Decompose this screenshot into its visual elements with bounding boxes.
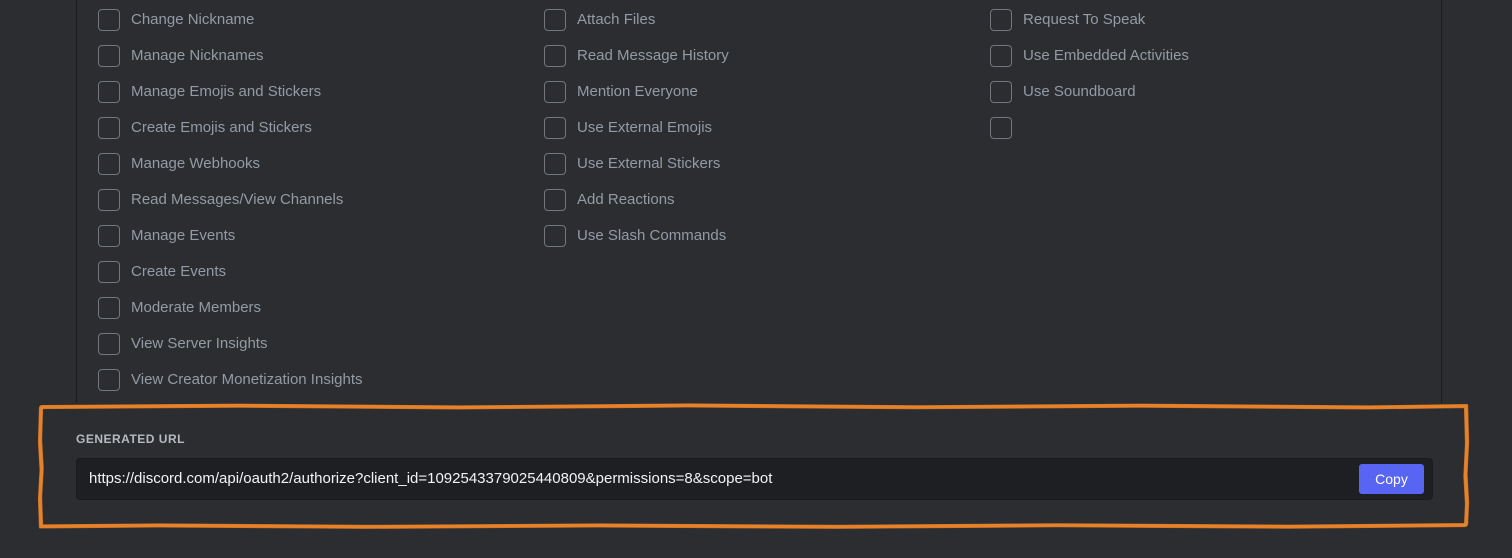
permission-row[interactable]: Mention Everyone	[523, 74, 969, 110]
permission-row[interactable]: Request To Speak	[969, 2, 1415, 38]
permission-label: Use External Stickers	[577, 155, 721, 172]
permission-row[interactable]: Create Emojis and Stickers	[77, 110, 523, 146]
permission-label: Manage Emojis and Stickers	[131, 83, 322, 100]
permission-label: Attach Files	[577, 11, 656, 28]
permission-row[interactable]: View Creator Monetization Insights	[77, 362, 523, 398]
permission-label: View Creator Monetization Insights	[131, 371, 363, 388]
permission-row[interactable]: Manage Nicknames	[77, 38, 523, 74]
permission-label: Create Events	[131, 263, 227, 280]
copy-url-button[interactable]: Copy	[1359, 464, 1424, 494]
bot-permissions-grid: Change Nickname Manage Nicknames Manage Em…	[77, 0, 1441, 403]
permission-row[interactable]: Use External Stickers	[523, 146, 969, 182]
permission-row[interactable]: Attach Files	[523, 2, 969, 38]
permission-label: Manage Nicknames	[131, 47, 264, 64]
permission-row[interactable]: Use External Emojis	[523, 110, 969, 146]
permission-checkbox[interactable]	[544, 153, 566, 175]
permission-checkbox[interactable]	[544, 45, 566, 67]
permission-checkbox[interactable]	[98, 297, 120, 319]
permission-checkbox[interactable]	[98, 333, 120, 355]
permission-checkbox[interactable]	[544, 117, 566, 139]
permission-row[interactable]: Create Events	[77, 254, 523, 290]
permission-label: Create Emojis and Stickers	[131, 119, 312, 136]
permission-checkbox[interactable]	[990, 9, 1012, 31]
permission-checkbox[interactable]	[98, 153, 120, 175]
generated-url-label: GENERATED URL	[76, 432, 185, 446]
permission-checkbox[interactable]	[990, 45, 1012, 67]
permission-label: View Server Insights	[131, 335, 268, 352]
permission-checkbox[interactable]	[98, 261, 120, 283]
permission-row[interactable]: Manage Webhooks	[77, 146, 523, 182]
permission-checkbox[interactable]	[544, 9, 566, 31]
oauth2-url-generator-page: Change Nickname Manage Nicknames Manage Em…	[0, 0, 1512, 558]
permission-row[interactable]: Change Nickname	[77, 2, 523, 38]
permission-label: Use Soundboard	[1023, 83, 1136, 100]
permission-row[interactable]: Manage Emojis and Stickers	[77, 74, 523, 110]
permission-row[interactable]: Read Messages/View Channels	[77, 182, 523, 218]
permission-label: Read Messages/View Channels	[131, 191, 344, 208]
permission-row[interactable]: Read Message History	[523, 38, 969, 74]
permission-row[interactable]: Use Slash Commands	[523, 218, 969, 254]
permission-row[interactable]: Manage Events	[77, 218, 523, 254]
permission-row[interactable]: View Server Insights	[77, 326, 523, 362]
permission-checkbox[interactable]	[990, 117, 1012, 139]
permission-label: Request To Speak	[1023, 11, 1146, 28]
permission-checkbox[interactable]	[98, 9, 120, 31]
permission-row[interactable]: Add Reactions	[523, 182, 969, 218]
permission-checkbox[interactable]	[544, 189, 566, 211]
permission-label: Use Embedded Activities	[1023, 47, 1189, 64]
permission-row[interactable]: Use Soundboard	[969, 74, 1415, 110]
permission-checkbox[interactable]	[990, 81, 1012, 103]
permissions-column-2: Attach Files Read Message History Mention …	[523, 2, 969, 403]
permission-label: Manage Webhooks	[131, 155, 260, 172]
permission-checkbox[interactable]	[98, 189, 120, 211]
permissions-column-3: Request To Speak Use Embedded Activities U…	[969, 2, 1415, 403]
permission-label: Manage Events	[131, 227, 236, 244]
permission-checkbox[interactable]	[98, 225, 120, 247]
permission-row[interactable]: Moderate Members	[77, 290, 523, 326]
generated-url-section: GENERATED URL Copy	[41, 403, 1468, 528]
permission-row[interactable]: Use Embedded Activities	[969, 38, 1415, 74]
permission-label: Use Slash Commands	[577, 227, 727, 244]
permission-checkbox[interactable]	[98, 369, 120, 391]
permission-label: Add Reactions	[577, 191, 675, 208]
content-divider-right	[1441, 0, 1442, 403]
permissions-column-1: Change Nickname Manage Nicknames Manage Em…	[77, 2, 523, 403]
permission-row[interactable]	[969, 110, 1415, 146]
generated-url-bar: Copy	[76, 458, 1433, 500]
permission-checkbox[interactable]	[98, 81, 120, 103]
permission-checkbox[interactable]	[98, 117, 120, 139]
permission-checkbox[interactable]	[544, 81, 566, 103]
permission-label: Use External Emojis	[577, 119, 713, 136]
permission-checkbox[interactable]	[544, 225, 566, 247]
permission-checkbox[interactable]	[98, 45, 120, 67]
permission-label: Moderate Members	[131, 299, 262, 316]
permission-label: Mention Everyone	[577, 83, 698, 100]
generated-url-input[interactable]	[89, 469, 1359, 489]
permission-label: Change Nickname	[131, 11, 255, 28]
permission-label: Read Message History	[577, 47, 729, 64]
